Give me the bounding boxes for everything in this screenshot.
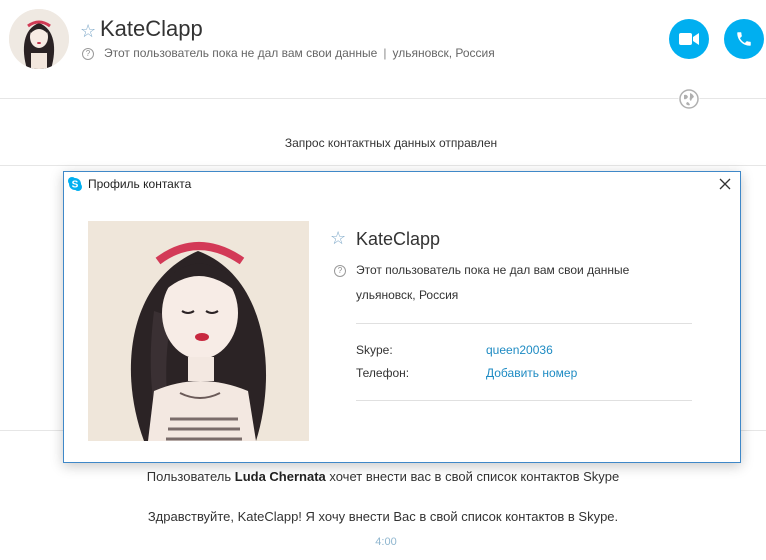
favorite-star-icon[interactable]: ☆ xyxy=(330,229,346,247)
video-call-button[interactable] xyxy=(669,19,709,59)
profile-name: KateClapp xyxy=(356,229,441,249)
svg-text:S: S xyxy=(72,180,79,191)
dialog-title: Профиль контакта xyxy=(88,177,192,191)
favorite-star-icon[interactable]: ☆ xyxy=(80,22,96,40)
greeting-message: Здравствуйте, KateClapp! Я хочу внести В… xyxy=(147,509,619,524)
audio-call-button[interactable] xyxy=(724,19,764,59)
profile-photo xyxy=(88,221,309,441)
video-camera-icon xyxy=(679,33,699,45)
profile-location: ульяновск, Россия xyxy=(356,288,459,302)
message-timestamp: 4:00 xyxy=(375,536,397,548)
contact-request-message: Пользователь Luda Chernata хочет внести … xyxy=(0,469,766,484)
location-text: ульяновск, Россия xyxy=(392,46,495,60)
status-text: Этот пользователь пока не дал вам свои д… xyxy=(104,46,378,60)
globe-icon[interactable] xyxy=(678,88,700,110)
question-circle-icon[interactable]: ? xyxy=(334,265,346,277)
avatar-image xyxy=(9,9,69,69)
close-icon[interactable] xyxy=(716,175,734,193)
contact-profile-dialog: S Профиль контакта ☆ KateClapp ? Этот по… xyxy=(63,171,741,463)
question-circle-icon[interactable]: ? xyxy=(82,48,94,60)
add-number-link[interactable]: Добавить номер xyxy=(486,366,577,380)
header-divider xyxy=(0,98,766,99)
request-sent-notice: Запрос контактных данных отправлен xyxy=(284,136,498,150)
skype-label: Skype: xyxy=(356,343,393,357)
phone-label: Телефон: xyxy=(356,366,410,380)
profile-divider xyxy=(356,323,692,324)
contact-status-line: Этот пользователь пока не дал вам свои д… xyxy=(104,46,495,60)
contact-name: KateClapp xyxy=(100,16,203,41)
profile-divider xyxy=(356,400,692,401)
separator: | xyxy=(383,46,387,60)
invite-suffix: хочет внести вас в свой список контактов… xyxy=(325,469,620,484)
invite-user-name: Luda Chernata xyxy=(234,469,326,484)
phone-icon xyxy=(737,32,751,46)
profile-status: Этот пользователь пока не дал вам свои д… xyxy=(356,263,630,277)
chat-divider xyxy=(0,165,766,166)
skype-id-link[interactable]: queen20036 xyxy=(486,343,553,357)
skype-logo-icon: S xyxy=(68,177,82,191)
invite-prefix: Пользователь xyxy=(146,469,235,484)
conversation-header: ☆ KateClapp ? Этот пользователь пока не … xyxy=(0,0,766,98)
contact-avatar[interactable] xyxy=(9,9,69,69)
profile-picture xyxy=(88,221,309,441)
